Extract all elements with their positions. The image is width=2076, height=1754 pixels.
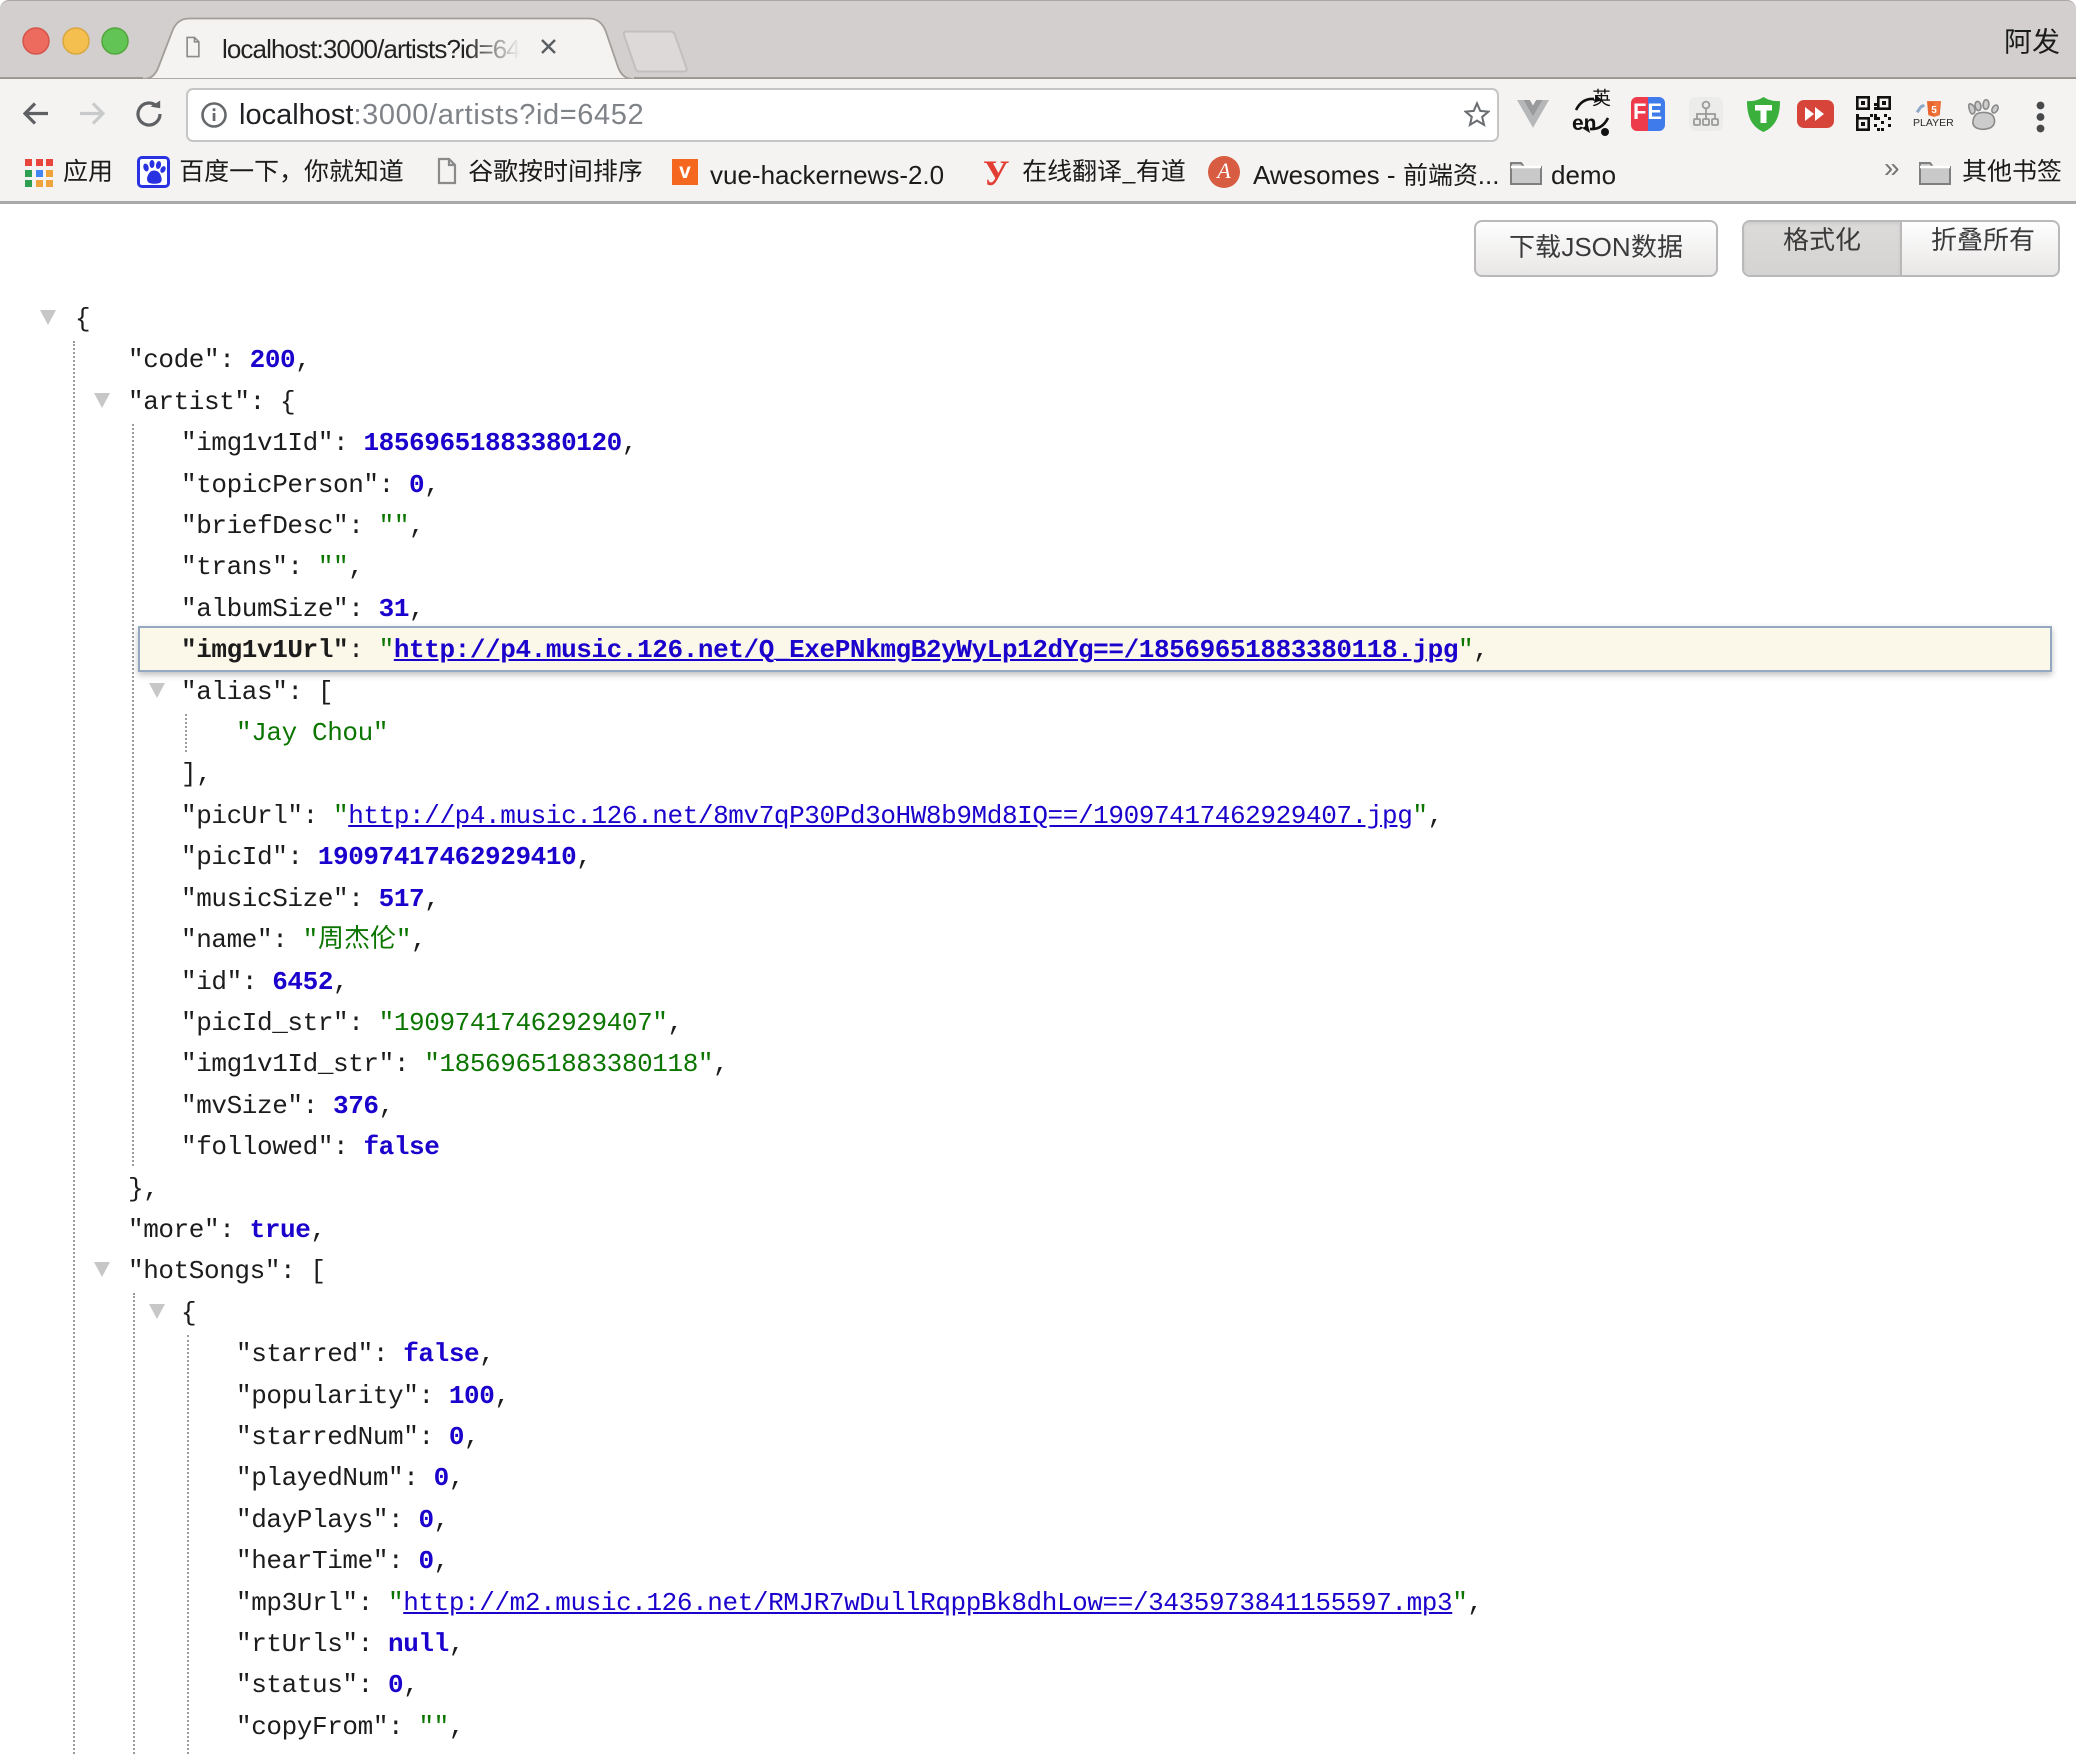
svg-text:5: 5: [1931, 105, 1937, 116]
